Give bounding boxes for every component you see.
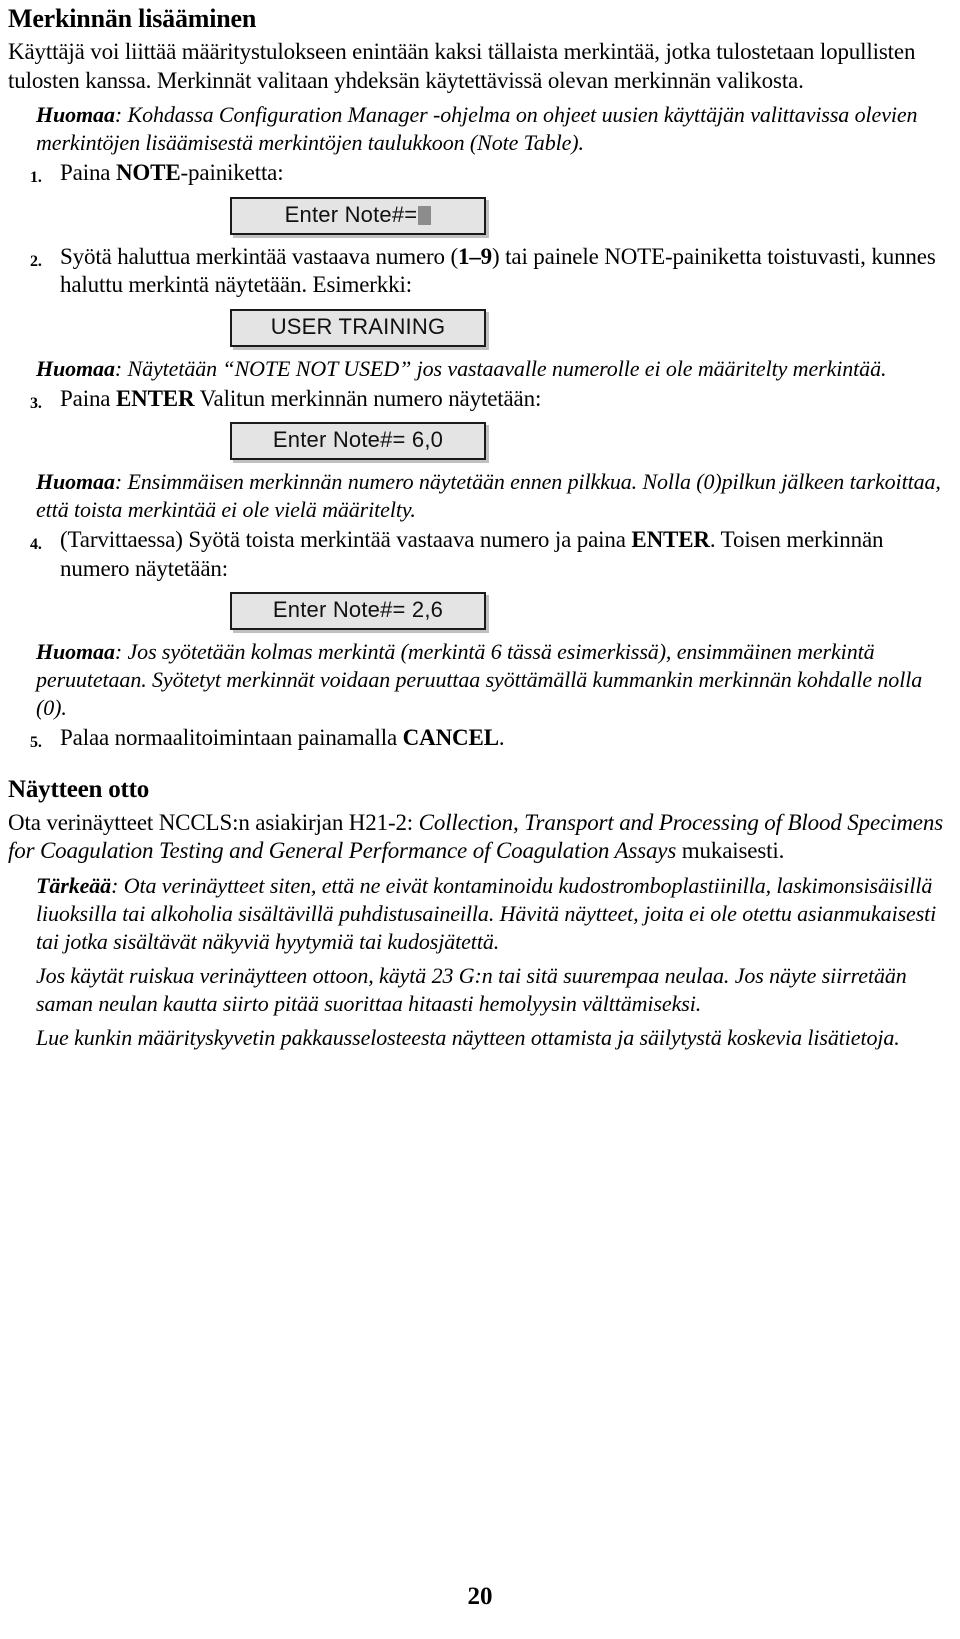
document-page: Merkinnän lisääminen Käyttäjä voi liittä… <box>0 0 960 1639</box>
sampling-heading: Näytteen otto <box>8 775 150 803</box>
page-number: 20 <box>467 1583 493 1610</box>
page-title: Merkinnän lisääminen <box>8 4 257 33</box>
step-4: 4. (Tarvittaessa) Syötä toista merkintää … <box>8 526 952 583</box>
note-third-entry: Huomaa: Jos syötetään kolmas merkintä (m… <box>8 638 952 722</box>
step-2-bold: 1–9 <box>457 243 493 269</box>
syringe-note: Jos käytät ruiskua verinäytteen ottoon, … <box>8 962 952 1018</box>
sampling-reference-paragraph: Ota verinäytteet NCCLS:n asiakirjan H21-… <box>8 809 952 866</box>
note-label: Huomaa <box>36 469 115 494</box>
note-text: : Kohdassa Configuration Manager -ohjelm… <box>36 102 918 155</box>
steps-list: 1. Paina NOTE-painiketta: Enter Note#= 2.… <box>8 159 952 753</box>
step-1-text-after: -painiketta: <box>180 160 284 185</box>
step-1-text-before: Paina <box>60 160 116 185</box>
step-2-number: 2. <box>30 252 42 270</box>
note-label: Huomaa <box>36 639 115 664</box>
display-enter-note-26-text: Enter Note#= 2,6 <box>272 597 444 622</box>
step-5: 5. Palaa normaalitoimintaan painamalla CA… <box>8 724 952 753</box>
sampling-section: Näytteen otto Ota verinäytteet NCCLS:n a… <box>8 775 952 1052</box>
step-2-text-before: Syötä haluttua merkintää vastaava numero… <box>60 243 458 269</box>
step-4-number: 4. <box>30 536 42 553</box>
step-5-bold: CANCEL <box>402 725 499 750</box>
step-4-bold: ENTER <box>631 527 710 552</box>
sampling-plain-2: mukaisesti. <box>676 838 785 863</box>
step-1-bold: NOTE <box>115 160 181 185</box>
step-3: 3. Paina ENTER Valitun merkinnän numero n… <box>8 385 952 414</box>
important-label: Tärkeää <box>36 872 112 898</box>
step-3-text-before: Paina <box>60 385 116 411</box>
step-1: 1. Paina NOTE-painiketta: <box>8 159 952 188</box>
step-4-text-before: (Tarvittaessa) Syötä toista merkintää va… <box>60 527 632 552</box>
step-2: 2. Syötä haluttua merkintää vastaava nume… <box>8 243 952 300</box>
package-insert-text: Lue kunkin määrityskyvetin pakkausselost… <box>36 1024 900 1050</box>
display-user-training-text: USER TRAINING <box>270 313 446 339</box>
display-enter-note-60: Enter Note#= 6,0 <box>230 422 486 460</box>
cursor-block-icon <box>418 205 432 225</box>
step-5-number: 5. <box>30 734 42 751</box>
syringe-note-text: Jos käytät ruiskua verinäytteen ottoon, … <box>36 962 907 1016</box>
step-3-number: 3. <box>30 394 42 412</box>
note-first-number: Huomaa: Ensimmäisen merkinnän numero näy… <box>8 468 952 524</box>
note-not-used: Huomaa: Näytetään “NOTE NOT USED” jos va… <box>8 355 952 383</box>
step-1-number: 1. <box>30 169 42 186</box>
important-text: : Ota verinäytteet siten, että ne eivät … <box>36 872 937 954</box>
display-enter-note-empty: Enter Note#= <box>230 196 486 235</box>
step-5-text-after: . <box>498 725 505 750</box>
note-label: Huomaa <box>36 102 115 127</box>
intro-paragraph: Käyttäjä voi liittää määritystulokseen e… <box>8 39 916 93</box>
step-3-text-after: Valitun merkinnän numero näytetään: <box>194 385 542 411</box>
intro-note: Huomaa: Kohdassa Configuration Manager -… <box>8 101 952 157</box>
step-3-bold: ENTER <box>115 385 195 411</box>
sampling-plain-1: Ota verinäytteet NCCLS:n asiakirjan H21-… <box>8 809 419 835</box>
display-enter-note-empty-text: Enter Note#= <box>284 201 418 227</box>
display-user-training: USER TRAINING <box>230 308 486 347</box>
display-enter-note-60-text: Enter Note#= 6,0 <box>272 427 444 452</box>
display-enter-note-26: Enter Note#= 2,6 <box>230 592 486 630</box>
note-text: : Jos syötetään kolmas merkintä (merkint… <box>36 639 923 720</box>
note-text: : Ensimmäisen merkinnän numero näytetään… <box>36 469 941 522</box>
package-insert-note: Lue kunkin määrityskyvetin pakkausselost… <box>8 1024 952 1052</box>
important-note: Tärkeää: Ota verinäytteet siten, että ne… <box>8 872 952 956</box>
step-5-text-before: Palaa normaalitoimintaan painamalla <box>60 725 403 750</box>
page-content: Merkinnän lisääminen Käyttäjä voi liittä… <box>8 4 952 1054</box>
note-label: Huomaa <box>36 355 115 381</box>
note-text: : Näytetään “NOTE NOT USED” jos vastaava… <box>114 355 887 381</box>
